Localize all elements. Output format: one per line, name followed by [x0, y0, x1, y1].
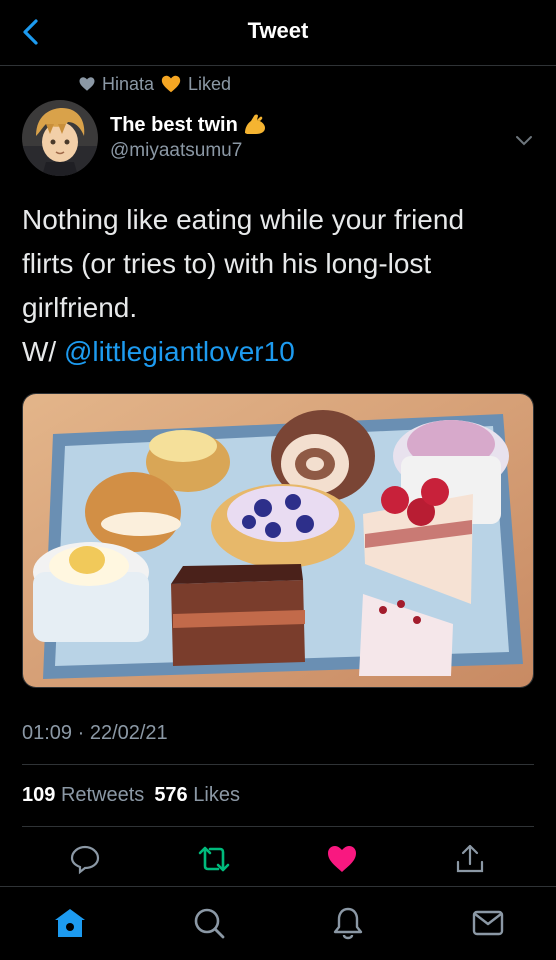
tweet-line: Nothing like eating while your friend [22, 204, 465, 235]
flexed-bicep-icon [244, 114, 265, 134]
divider [22, 826, 534, 827]
orange-heart-icon [161, 75, 181, 93]
bottom-tab-bar [0, 886, 556, 960]
context-user[interactable]: Hinata [102, 74, 154, 95]
bell-icon[interactable] [330, 905, 366, 941]
heart-icon [79, 77, 95, 91]
page-title: Tweet [247, 18, 309, 43]
avatar[interactable] [22, 100, 98, 176]
mention-link[interactable]: @littlegiantlover10 [64, 336, 295, 367]
likes-stat[interactable]: 576 Likes [154, 784, 240, 807]
tweet-line: girlfriend. [22, 292, 138, 323]
context-action: Liked [188, 73, 232, 94]
share-icon[interactable] [453, 842, 487, 876]
tweet-line: flirts (or tries to) with his long-lost [22, 248, 432, 279]
reply-icon[interactable] [68, 842, 102, 876]
retweets-count: 109 [22, 784, 56, 806]
chevron-down-icon[interactable] [512, 128, 536, 152]
tweet-actions [0, 838, 556, 880]
dessert-tray-illustration [23, 394, 533, 687]
social-context: Hinata Liked [78, 72, 231, 96]
author-name[interactable]: The best twin [110, 113, 268, 137]
tweet-image[interactable] [22, 393, 534, 688]
tweet-stats: 109 Retweets 576 Likes [22, 784, 240, 807]
heart-filled-icon[interactable] [325, 842, 359, 876]
tweet-timestamp: 01:09 · 22/02/21 [22, 722, 168, 744]
author-handle[interactable]: @miyaatsumu7 [110, 140, 242, 162]
tweet-text: Nothing like eating while your friend fl… [22, 198, 532, 374]
mail-icon[interactable] [470, 905, 506, 941]
mention-prefix: W/ [22, 336, 64, 367]
home-icon[interactable] [52, 905, 88, 941]
likes-label: Likes [193, 784, 240, 806]
likes-count: 576 [154, 784, 188, 806]
retweets-label: Retweets [60, 784, 145, 806]
tweet-line-mention: W/ @littlegiantlover10 [22, 330, 532, 374]
retweet-icon[interactable] [197, 842, 231, 876]
search-icon[interactable] [191, 905, 227, 941]
divider [22, 764, 534, 765]
retweets-stat[interactable]: 109 Retweets [22, 784, 144, 807]
top-bar: Tweet [0, 0, 556, 66]
